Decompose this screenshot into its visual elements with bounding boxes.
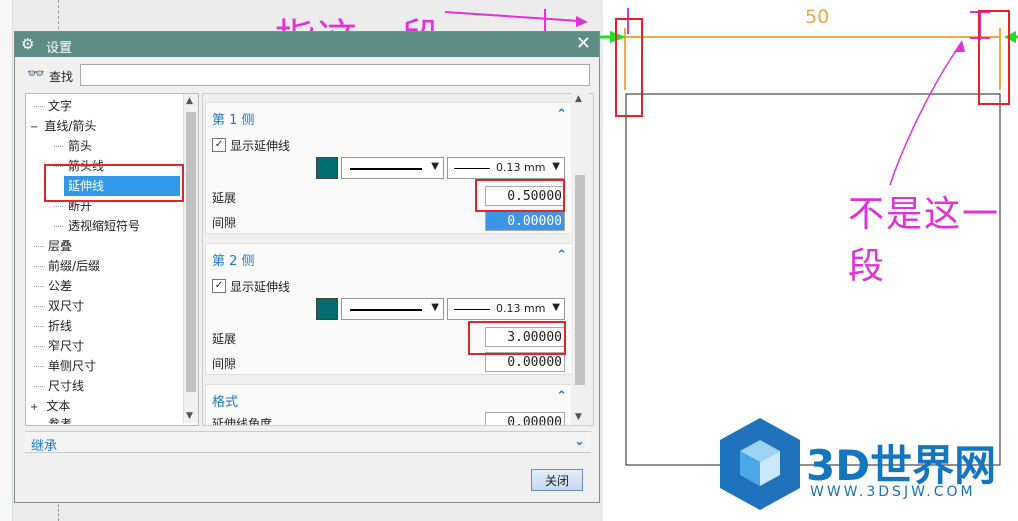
tree-item-label: 箭头 bbox=[68, 139, 93, 153]
tree-item-dual-dimension[interactable]: 双尺寸 bbox=[34, 296, 85, 316]
tree-item-label: 文字 bbox=[48, 99, 73, 113]
highlight-box-left-extension bbox=[615, 18, 643, 117]
annotation-arrow-shaft bbox=[444, 11, 581, 22]
gap-input[interactable]: 0.00000 bbox=[485, 352, 565, 372]
tree-item-label: 参考 bbox=[48, 417, 73, 424]
tree-item-label: 公差 bbox=[48, 279, 73, 293]
color-swatch[interactable] bbox=[316, 157, 338, 179]
color-swatch[interactable] bbox=[316, 298, 338, 320]
tree-item-foreshortening[interactable]: 透视缩短符号 bbox=[54, 216, 141, 236]
tree-item-label: 折线 bbox=[48, 319, 73, 333]
section-side-2: 第 2 侧 ⌃ ✓ 显示延伸线 ▼ 0.13 mm ▼ 延展 3.00000 间隙… bbox=[205, 243, 574, 375]
dropdown-arrow-icon: ▼ bbox=[431, 302, 439, 313]
gap-input[interactable]: 0.00000 bbox=[485, 211, 565, 231]
chevron-up-icon[interactable]: ▲ bbox=[186, 96, 193, 106]
tree-item-text[interactable]: 文字 bbox=[34, 96, 73, 116]
tree-item-tolerance[interactable]: 公差 bbox=[34, 276, 73, 296]
dialog-title: 设置 bbox=[46, 41, 73, 56]
tree-item-single-sided[interactable]: 单侧尺寸 bbox=[34, 356, 97, 376]
chevron-down-icon[interactable]: ▼ bbox=[575, 412, 582, 422]
tree-item-jog[interactable]: 折线 bbox=[34, 316, 73, 336]
extend-label: 延展 bbox=[212, 191, 237, 205]
annotation-curve bbox=[889, 44, 961, 186]
tree-item-reference[interactable]: 参考 bbox=[36, 414, 72, 424]
close-button[interactable]: 关闭 bbox=[531, 469, 583, 491]
highlight-box-side2-extend bbox=[468, 321, 566, 355]
section-title: 第 2 侧 bbox=[212, 254, 255, 269]
show-extension-label: 显示延伸线 bbox=[230, 280, 291, 294]
line-width-dropdown[interactable]: 0.13 mm ▼ bbox=[447, 157, 565, 179]
chevron-up-icon[interactable]: ⌃ bbox=[556, 389, 567, 404]
collapse-icon[interactable]: − bbox=[30, 122, 38, 133]
tree-item-line-arrow[interactable]: − 直线/箭头 bbox=[30, 116, 96, 136]
tree-scroll-thumb[interactable] bbox=[186, 112, 196, 392]
angle-label: 延伸线角度 bbox=[212, 417, 273, 426]
panel-scrollbar[interactable]: ▲ ▼ bbox=[571, 93, 589, 424]
show-extension-checkbox[interactable]: ✓ bbox=[212, 279, 226, 293]
gap-label: 间隙 bbox=[212, 357, 237, 371]
section-side-1: 第 1 侧 ⌃ ✓ 显示延伸线 ▼ 0.13 mm ▼ 延展 0.50000 间隙… bbox=[205, 102, 574, 234]
chevron-up-icon[interactable]: ⌃ bbox=[556, 248, 567, 263]
search-row: 👓 查找 bbox=[25, 64, 591, 88]
annotation-arrow-head bbox=[576, 16, 588, 27]
tree-item-dimension-line[interactable]: 尺寸线 bbox=[34, 376, 85, 396]
close-icon[interactable]: ✕ bbox=[576, 33, 591, 54]
line-width-dropdown[interactable]: 0.13 mm ▼ bbox=[447, 298, 565, 320]
dialog-titlebar[interactable]: ⚙ 设置 ✕ bbox=[15, 32, 599, 57]
tree-item-label: 透视缩短符号 bbox=[68, 219, 141, 233]
watermark-url: WWW.3DSJW.COM bbox=[810, 484, 976, 500]
extend-label: 延展 bbox=[212, 332, 237, 346]
settings-dialog: ⚙ 设置 ✕ 👓 查找 文字 − 直线/箭头 箭头 箭头线 延伸线 断开 透视缩短… bbox=[14, 31, 600, 503]
tree-item-stack[interactable]: 层叠 bbox=[34, 236, 73, 256]
tree-item-text-group[interactable]: + 文本 bbox=[30, 396, 70, 416]
highlight-box-tree bbox=[44, 164, 184, 202]
dropdown-arrow-icon: ▼ bbox=[552, 161, 560, 172]
tree-item-prefix-suffix[interactable]: 前缀/后缀 bbox=[34, 256, 101, 276]
chevron-up-icon[interactable]: ⌃ bbox=[556, 107, 567, 122]
tree-item-label: 直线/箭头 bbox=[44, 119, 97, 133]
section-format: 格式 ⌃ 延伸线角度 0.00000 bbox=[205, 384, 574, 426]
gear-icon: ⚙ bbox=[21, 35, 35, 53]
search-label: 查找 bbox=[49, 70, 74, 84]
binoculars-icon: 👓 bbox=[27, 66, 45, 82]
line-width-value: 0.13 mm bbox=[496, 302, 546, 315]
settings-tree: 文字 − 直线/箭头 箭头 箭头线 延伸线 断开 透视缩短符号 层叠 前缀/后缀 … bbox=[25, 93, 199, 426]
chevron-down-icon[interactable]: ▼ bbox=[186, 411, 193, 421]
highlight-box-side1-extend bbox=[475, 179, 565, 212]
dimension-value-label: 50 bbox=[805, 6, 830, 28]
angle-input[interactable]: 0.00000 bbox=[485, 412, 565, 425]
section-title: 格式 bbox=[212, 395, 239, 410]
tree-item-narrow-dimension[interactable]: 窄尺寸 bbox=[34, 336, 85, 356]
line-style-dropdown[interactable]: ▼ bbox=[341, 157, 444, 179]
show-extension-label: 显示延伸线 bbox=[230, 139, 291, 153]
panel-scroll-thumb[interactable] bbox=[575, 175, 585, 385]
tree-item-label: 层叠 bbox=[48, 239, 73, 253]
properties-panel: 第 1 侧 ⌃ ✓ 显示延伸线 ▼ 0.13 mm ▼ 延展 0.50000 间隙… bbox=[202, 93, 594, 426]
tree-scrollbar[interactable]: ▲ ▼ bbox=[183, 94, 198, 423]
tree-item-label: 单侧尺寸 bbox=[48, 359, 97, 373]
inherit-section[interactable]: 继承 ⌄ bbox=[25, 431, 591, 454]
tree-item-label: 双尺寸 bbox=[48, 299, 85, 313]
dropdown-arrow-icon: ▼ bbox=[431, 161, 439, 172]
inherit-label: 继承 bbox=[31, 439, 58, 454]
tree-item-label: 文本 bbox=[46, 399, 71, 413]
annotation-curve-head bbox=[954, 40, 965, 52]
tree-item-label: 窄尺寸 bbox=[48, 339, 85, 353]
line-style-dropdown[interactable]: ▼ bbox=[341, 298, 444, 320]
show-extension-checkbox[interactable]: ✓ bbox=[212, 138, 226, 152]
chevron-up-icon[interactable]: ▲ bbox=[575, 94, 582, 104]
tree-item-label: 尺寸线 bbox=[48, 379, 85, 393]
search-input[interactable] bbox=[80, 64, 590, 86]
section-title: 第 1 侧 bbox=[212, 113, 255, 128]
line-width-value: 0.13 mm bbox=[496, 161, 546, 174]
gap-label: 间隙 bbox=[212, 216, 237, 230]
annotation-text-right: 不是这一段 bbox=[848, 194, 1001, 287]
tree-item-arrowhead[interactable]: 箭头 bbox=[54, 136, 93, 156]
tree-item-label: 前缀/后缀 bbox=[48, 259, 101, 273]
highlight-box-right-extension bbox=[978, 10, 1010, 105]
dropdown-arrow-icon: ▼ bbox=[552, 302, 560, 313]
chevron-down-icon[interactable]: ⌄ bbox=[574, 434, 585, 449]
expand-icon[interactable]: + bbox=[30, 402, 38, 413]
